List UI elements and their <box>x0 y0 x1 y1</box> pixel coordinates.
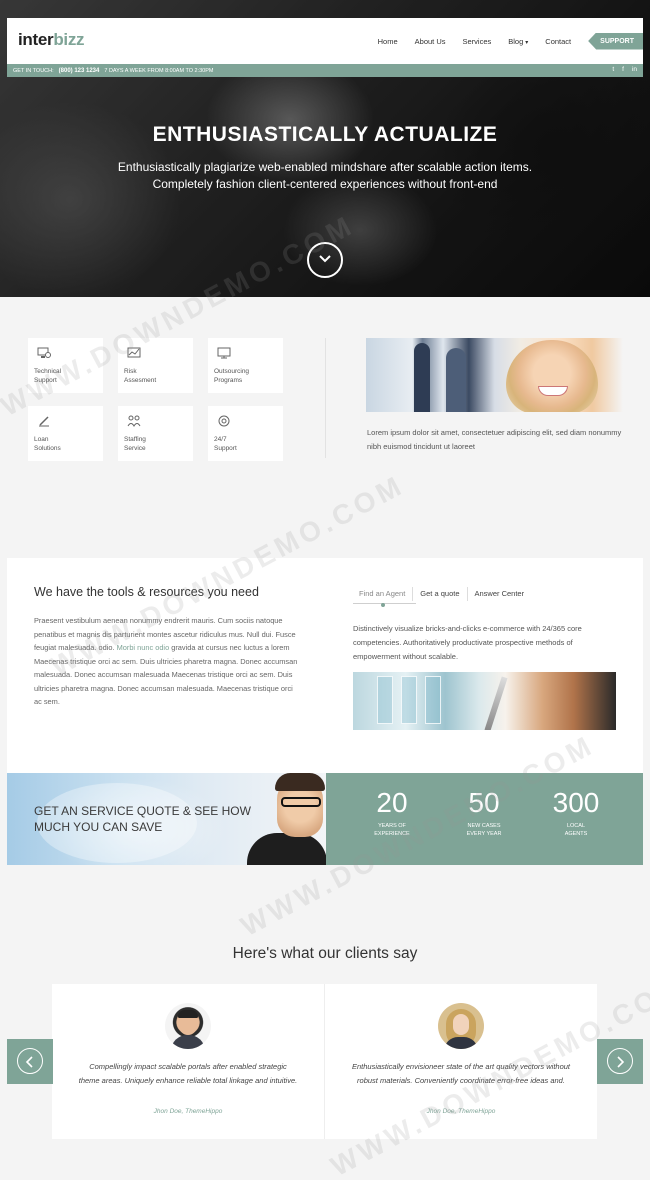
testimonial-divider <box>324 984 325 1139</box>
nav-blog[interactable]: Blog ▾ <box>508 37 528 46</box>
stat-label: NEW CASES EVERY YEAR <box>466 823 502 837</box>
service-quote-text: GET AN SERVICE QUOTE & SEE HOW MUCH YOU … <box>34 804 251 834</box>
tab-content-text: Distinctively visualize bricks-and-click… <box>353 624 582 661</box>
avatar-hair <box>178 1010 198 1018</box>
service-label: Risk Assesment <box>124 368 157 384</box>
photo-pen <box>484 676 508 730</box>
stat-label: LOCAL AGENTS <box>564 823 588 837</box>
stat-agents: 300 LOCAL AGENTS <box>541 787 611 838</box>
chevron-right-glyph <box>617 1056 625 1068</box>
stat-cases: 50 NEW CASES EVERY YEAR <box>449 787 519 838</box>
service-card-technical-support[interactable]: Technical Support <box>28 338 103 393</box>
service-label: Staffing Service <box>124 436 146 452</box>
nav-blog-label: Blog <box>508 36 524 46</box>
writing-photo <box>353 672 616 730</box>
photo-glass <box>401 676 417 724</box>
service-card-risk-assesment[interactable]: Risk Assesment <box>118 338 193 393</box>
stat-number: 50 <box>468 787 500 818</box>
agent-tabs: Find an Agent Get a quote Answer Center <box>353 587 531 601</box>
testimonials-heading: Here's what our clients say <box>232 945 418 962</box>
phone-number[interactable]: (800) 123 1234 <box>59 68 100 74</box>
logo-accent: bizz <box>53 30 85 49</box>
services-description: Lorem ipsum dolor sit amet, consectetuer… <box>367 428 622 451</box>
photo-figure <box>414 343 430 412</box>
photo-glass <box>377 676 393 724</box>
tools-paragraph-text-end: gravida at cursus nec luctus a lorem Mae… <box>34 643 298 706</box>
logo-main: inter <box>18 30 54 49</box>
nav-about-us[interactable]: About Us <box>415 37 446 46</box>
stat-number: 300 <box>552 787 600 818</box>
chevron-left-glyph <box>25 1056 33 1068</box>
social-links: t f in <box>612 66 637 73</box>
navbar: interbizz Home About Us Services Blog ▾ C… <box>7 18 643 64</box>
photo-person-body <box>247 833 326 865</box>
monitor-support-icon <box>37 347 51 358</box>
business-team-photo <box>366 338 623 412</box>
photo-glass <box>425 676 441 724</box>
scroll-down-button[interactable] <box>307 242 343 278</box>
avatar <box>165 1003 211 1049</box>
nav-home[interactable]: Home <box>378 37 398 46</box>
chevron-down-icon <box>319 255 331 263</box>
stat-label: YEARS OF EXPERIENCE <box>374 823 410 837</box>
photo-person-hair <box>275 773 325 791</box>
tab-find-an-agent[interactable]: Find an Agent <box>353 587 414 601</box>
main-menu: Home About Us Services Blog ▾ Contact SUP… <box>361 18 643 64</box>
carousel-prev-button[interactable] <box>7 1039 53 1084</box>
tools-paragraph: Praesent vestibulum aenean nonummy endre… <box>34 614 300 709</box>
service-card-loan-solutions[interactable]: Loan Solutions <box>28 406 103 461</box>
testimonial-author: Jhon Doe, ThemeHippo <box>426 1108 496 1115</box>
service-label: Outsourcing Programs <box>214 368 250 384</box>
service-card-staffing-service[interactable]: Staffing Service <box>118 406 193 461</box>
page: interbizz Home About Us Services Blog ▾ C… <box>0 0 650 1180</box>
logo[interactable]: interbizz <box>18 30 85 50</box>
screen-icon <box>217 347 231 359</box>
twitter-icon[interactable]: t <box>612 66 614 73</box>
service-card-24-7-support[interactable]: 24/7 Support <box>208 406 283 461</box>
tab-answer-center[interactable]: Answer Center <box>468 587 532 601</box>
carousel-next-button[interactable] <box>597 1039 643 1084</box>
tab-get-a-quote[interactable]: Get a quote <box>413 587 468 601</box>
tab-active-indicator <box>381 603 385 607</box>
service-label: Loan Solutions <box>34 436 61 452</box>
nav-contact[interactable]: Contact <box>545 37 571 46</box>
people-icon <box>127 415 141 427</box>
contact-topbar: GET IN TOUCH: (800) 123 1234 7 DAYS A WE… <box>7 64 643 77</box>
linkedin-icon[interactable]: in <box>632 66 637 73</box>
chevron-down-icon: ▾ <box>525 39 529 46</box>
tools-paragraph-link[interactable]: Morbi nunc odio <box>117 643 170 652</box>
avatar-face <box>453 1014 469 1035</box>
hero-subtitle-line1: Enthusiastically plagiarize web-enabled … <box>117 160 533 174</box>
stat-number: 20 <box>376 787 408 818</box>
lifebuoy-icon <box>218 415 230 427</box>
service-label: Technical Support <box>34 368 62 384</box>
chart-icon <box>127 347 141 358</box>
stat-years: 20 YEARS OF EXPERIENCE <box>357 787 427 838</box>
tools-heading: We have the tools & resources you need <box>34 585 259 599</box>
testimonial-quote: Compellingly impact scalable portals aft… <box>78 1062 298 1085</box>
support-button[interactable]: SUPPORT <box>588 32 643 50</box>
testimonial-quote: Enthusiastically envisioneer state of th… <box>351 1062 571 1085</box>
business-hours: 7 DAYS A WEEK FROM 8:00AM TO 2:30PM <box>104 67 214 74</box>
hero-title: ENTHUSIASTICALLY ACTUALIZE <box>152 123 498 146</box>
facebook-icon[interactable]: f <box>622 66 624 73</box>
nav-services[interactable]: Services <box>463 37 492 46</box>
avatar-shirt <box>171 1035 205 1049</box>
service-card-outsourcing-programs[interactable]: Outsourcing Programs <box>208 338 283 393</box>
hero-subtitle-line2: Completely fashion client-centered exper… <box>152 177 498 191</box>
photo-person-glasses <box>281 797 321 807</box>
avatar <box>438 1003 484 1049</box>
photo-face <box>506 340 598 412</box>
service-label: 24/7 Support <box>214 436 237 452</box>
section-divider <box>325 338 326 458</box>
pen-icon <box>39 416 49 427</box>
get-in-touch-label: GET IN TOUCH: <box>13 67 54 74</box>
photo-figure <box>446 348 466 412</box>
testimonial-author: Jhon Doe, ThemeHippo <box>153 1108 223 1115</box>
